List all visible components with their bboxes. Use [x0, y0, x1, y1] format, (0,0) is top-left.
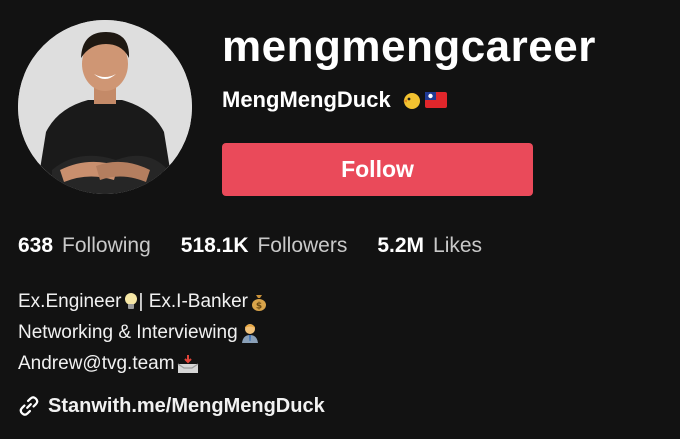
follow-button[interactable]: Follow [222, 143, 533, 196]
bio-line-2: Networking & Interviewing [18, 317, 269, 348]
following-stat[interactable]: 638 Following [18, 232, 151, 260]
following-label: Following [62, 234, 151, 257]
nickname-row: MengMengDuck [222, 86, 447, 114]
avatar-photo [18, 20, 192, 194]
following-count: 638 [18, 234, 54, 257]
taiwan-flag-icon [424, 92, 447, 108]
likes-count: 5.2M [377, 234, 425, 257]
profile-nickname: MengMengDuck [222, 87, 391, 112]
link-icon [19, 396, 39, 416]
bio-line-1: Ex.Engineer | Ex.I-Banker $ [18, 286, 269, 317]
money-bag-icon: $ [252, 294, 266, 311]
likes-label: Likes [433, 234, 483, 257]
profile-bio: Ex.Engineer | Ex.I-Banker $ Networking &… [18, 286, 269, 379]
bio-email-text: Andrew@tvg.team [18, 353, 175, 374]
profile-username: mengmengcareer [222, 22, 596, 71]
businessman-icon [241, 323, 258, 343]
nickname-emojis [401, 90, 447, 110]
chick-icon [402, 93, 420, 109]
profile-stats: 638 Following 518.1K Followers 5.2M Like… [18, 232, 482, 260]
bio-engineer-text: Ex.Engineer [18, 291, 122, 312]
followers-label: Followers [257, 234, 348, 257]
profile-link-text[interactable]: Stanwith.me/MengMengDuck [48, 392, 325, 420]
followers-stat[interactable]: 518.1K Followers [181, 232, 348, 260]
followers-count: 518.1K [180, 234, 249, 257]
bio-banker-text: | Ex.I-Banker [138, 291, 248, 312]
svg-text:$: $ [256, 301, 262, 311]
likes-stat: 5.2M Likes [377, 232, 482, 260]
profile-link[interactable]: Stanwith.me/MengMengDuck [18, 392, 325, 420]
avatar[interactable] [18, 20, 192, 194]
inbox-tray-icon [177, 354, 198, 373]
lightbulb-icon [124, 292, 137, 309]
bio-line-3: Andrew@tvg.team [18, 348, 269, 379]
bio-networking-text: Networking & Interviewing [18, 322, 238, 343]
